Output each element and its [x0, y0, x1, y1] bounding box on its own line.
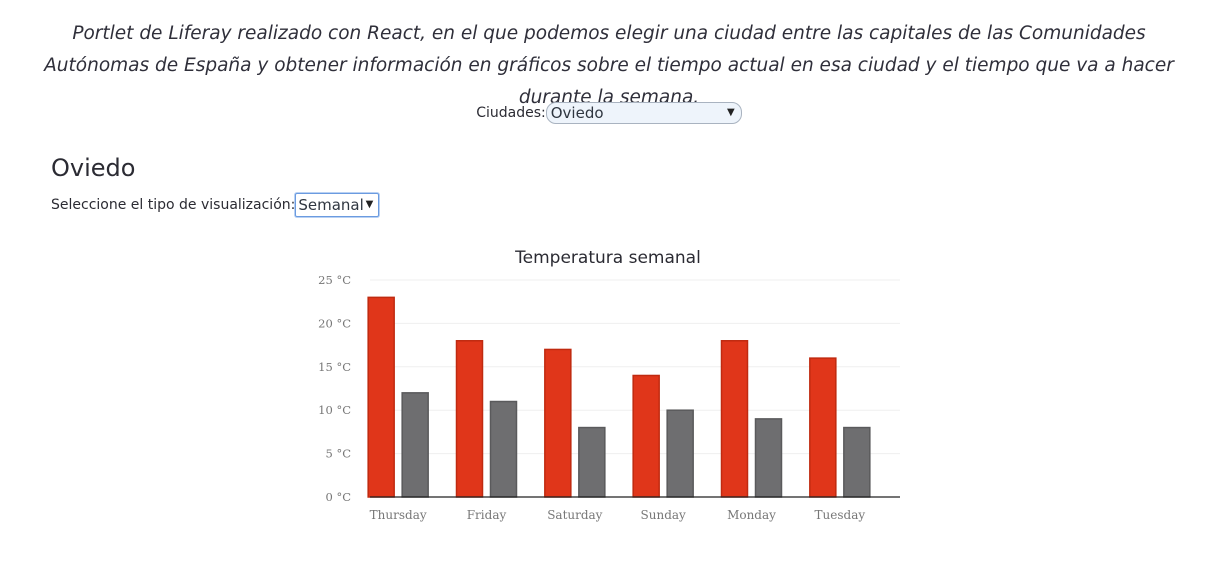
city-heading: Oviedo: [51, 154, 136, 182]
bar-max-thursday: [367, 296, 395, 498]
city-select-label: Ciudades:: [476, 105, 546, 121]
x-tick-label: Monday: [727, 508, 776, 522]
dropdown-arrow-icon: ▼: [727, 107, 735, 118]
bar-max-tuesday: [809, 357, 837, 498]
y-tick-label: 10 °C: [318, 403, 351, 417]
city-select[interactable]: Oviedo ▼: [545, 102, 742, 124]
temperature-chart: Temperatura semanal 0 °C 5 °C 10 °C 15 °C 20…: [318, 248, 900, 522]
y-tick-label: 15 °C: [318, 360, 351, 374]
bar-min-tuesday: [843, 426, 871, 498]
bar-min-thursday: [401, 392, 429, 498]
x-tick-label: Saturday: [547, 508, 602, 522]
chart-title: Temperatura semanal: [514, 248, 701, 268]
y-tick-label: 25 °C: [318, 273, 351, 287]
intro-text: Portlet de Liferay realizado con React, …: [44, 23, 1174, 108]
bar-min-monday: [754, 418, 783, 498]
bar-min-sunday: [666, 409, 694, 498]
city-selector-row: Ciudades: Oviedo ▼: [0, 102, 1218, 124]
x-tick-label: Friday: [467, 508, 507, 522]
y-tick-label: 20 °C: [318, 316, 351, 330]
bar-max-friday: [455, 340, 484, 498]
x-tick-label: Tuesday: [815, 508, 866, 522]
bar-max-saturday: [544, 348, 572, 498]
x-tick-label: Sunday: [641, 508, 687, 522]
x-tick-label: Thursday: [370, 508, 427, 522]
city-select-value: Oviedo: [550, 104, 604, 122]
bar-max-sunday: [632, 374, 660, 498]
bar-min-saturday: [578, 426, 606, 498]
y-tick-label: 0 °C: [325, 490, 351, 504]
bar-max-monday: [720, 340, 749, 498]
y-tick-label: 5 °C: [325, 447, 351, 461]
visualization-selector-row: Seleccione el tipo de visualización: Sem…: [51, 193, 380, 217]
dropdown-arrow-icon: ▼: [365, 199, 374, 210]
visualization-select[interactable]: Semanal ▼: [295, 193, 380, 217]
bar-min-friday: [489, 400, 518, 498]
visualization-select-label: Seleccione el tipo de visualización:: [51, 197, 296, 213]
visualization-select-value: Semanal: [298, 196, 364, 214]
